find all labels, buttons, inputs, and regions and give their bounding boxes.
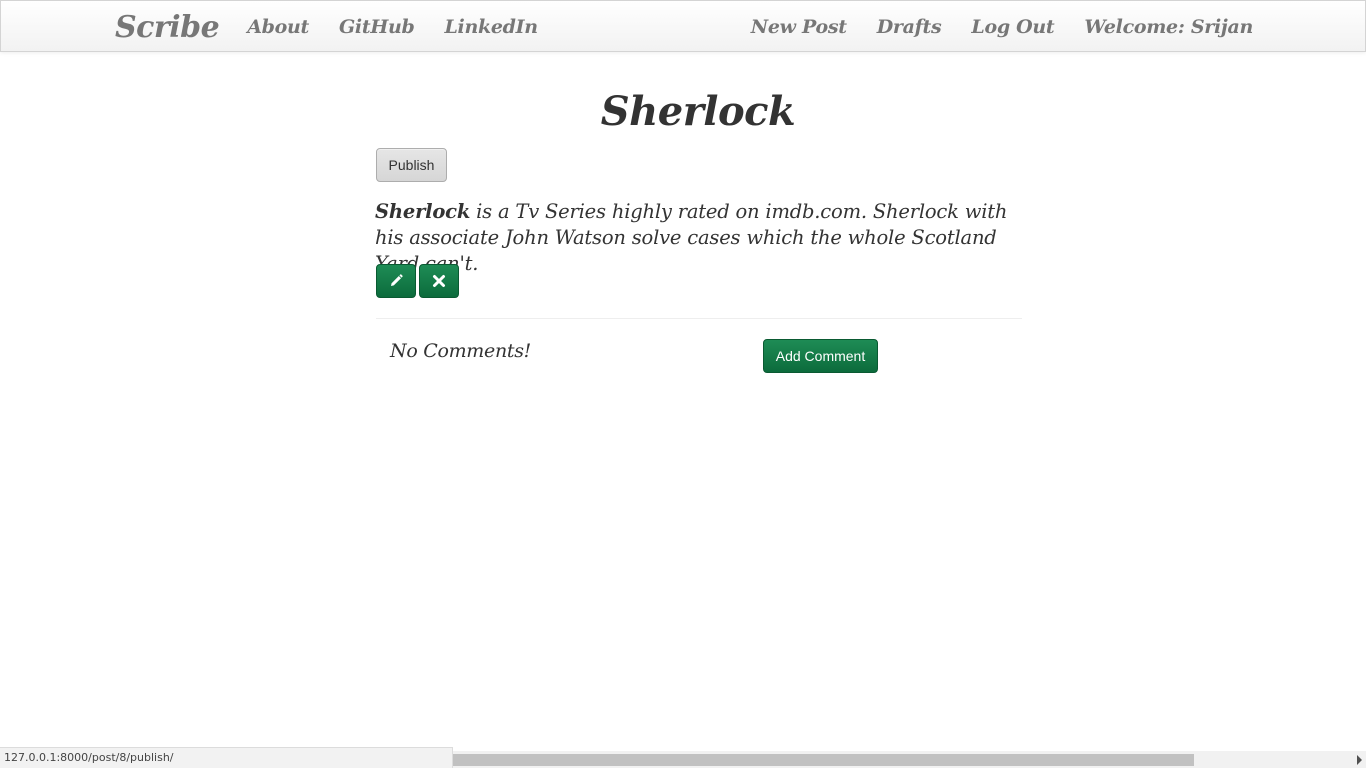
nav-welcome-user[interactable]: Welcome: Srijan	[1084, 16, 1253, 38]
pencil-icon	[391, 274, 403, 286]
close-icon	[433, 275, 445, 287]
publish-button[interactable]: Publish	[376, 148, 447, 182]
top-navbar: Scribe About GitHub LinkedIn New Post Dr…	[0, 0, 1366, 52]
delete-post-button[interactable]	[419, 264, 459, 298]
nav-link-about[interactable]: About	[247, 16, 309, 38]
nav-link-linkedin[interactable]: LinkedIn	[444, 16, 538, 38]
nav-right-group: New Post Drafts Log Out Welcome: Srijan	[721, 1, 1254, 53]
post-body-text: is a Tv Series highly rated on imdb.com.…	[375, 200, 1008, 275]
horizontal-scrollbar[interactable]	[453, 751, 1366, 768]
edit-post-button[interactable]	[376, 264, 416, 298]
scrollbar-thumb[interactable]	[453, 754, 1194, 766]
section-divider	[376, 318, 1022, 319]
nav-link-github[interactable]: GitHub	[339, 16, 415, 38]
no-comments-text: No Comments!	[390, 340, 532, 362]
nav-link-new-post[interactable]: New Post	[751, 16, 847, 38]
post-body: Sherlock is a Tv Series highly rated on …	[375, 199, 1025, 277]
nav-link-drafts[interactable]: Drafts	[877, 16, 942, 38]
status-bar-url: 127.0.0.1:8000/post/8/publish/	[0, 747, 453, 768]
brand-logo-link[interactable]: Scribe	[115, 10, 220, 45]
nav-left-group: Scribe About GitHub LinkedIn	[115, 1, 568, 53]
add-comment-button[interactable]: Add Comment	[763, 339, 878, 373]
post-title: Sherlock	[600, 88, 796, 135]
nav-link-log-out[interactable]: Log Out	[971, 16, 1054, 38]
post-body-emphasis: Sherlock	[375, 200, 471, 223]
scroll-right-arrow-icon[interactable]	[1357, 755, 1362, 765]
